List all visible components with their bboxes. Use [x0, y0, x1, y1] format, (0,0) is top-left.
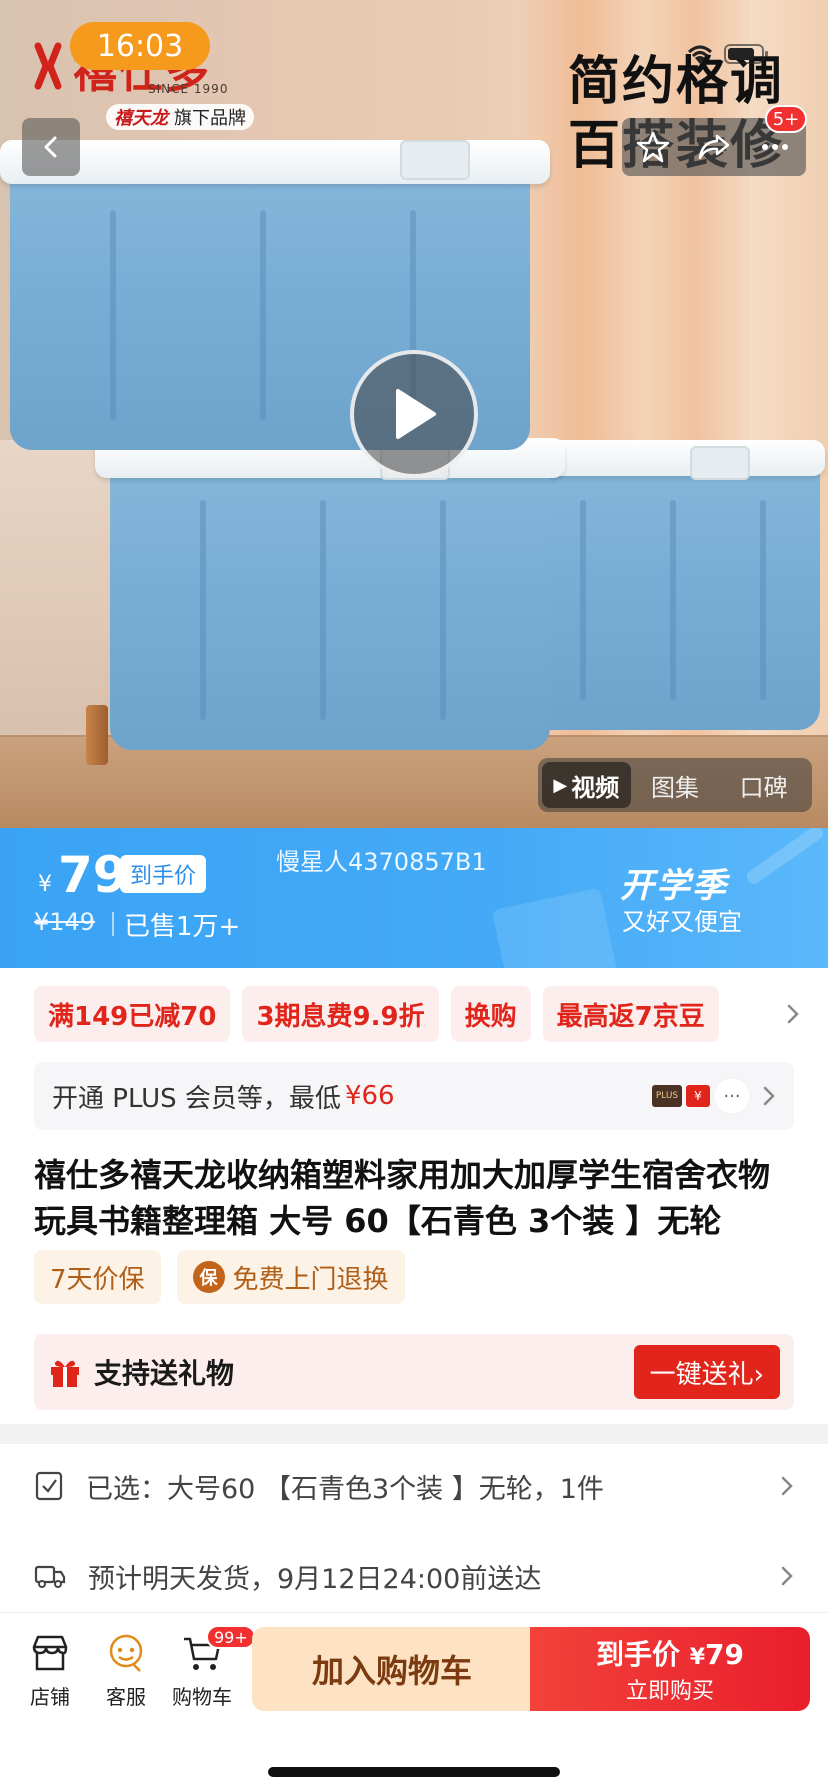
free-return-tag[interactable]: 保 免费上门退换: [176, 1250, 405, 1304]
plus-membership-row[interactable]: 开通 PLUS 会员等，最低 ¥66 PLUS ¥ ···: [34, 1062, 794, 1130]
more-dots-icon: [762, 144, 789, 150]
price-banner: ¥ 79 到手价 ¥149 已售1万+ 慢星人4370857B1 开学季 又好又…: [0, 828, 828, 968]
season-title: 开学季: [620, 866, 728, 906]
brand-mark-icon: [34, 42, 62, 90]
more-button[interactable]: 5+: [753, 105, 808, 169]
status-icons: [684, 42, 770, 66]
sold-count: 已售1万+: [124, 912, 241, 942]
promo-tag[interactable]: 3期息费9.9折: [242, 986, 439, 1042]
status-time: 16:03: [70, 22, 210, 70]
bottom-action-bar: 店铺 客服 购物车 99+ 加入购物车 到手价 ¥79 立即购买: [0, 1612, 828, 1792]
store-button[interactable]: 店铺: [12, 1631, 88, 1710]
original-price: ¥149: [34, 908, 96, 936]
final-price: 79: [58, 846, 128, 904]
price-protection-tag[interactable]: 7天价保: [34, 1250, 161, 1304]
selected-spec: 已选：大号60 【石青色3个装 】无轮，1件: [86, 1473, 604, 1505]
pencil-decoration: [744, 828, 826, 887]
selected-spec-row[interactable]: 已选：大号60 【石青色3个装 】无轮，1件: [0, 1444, 828, 1528]
chevron-right-icon: [763, 1086, 775, 1106]
share-icon: [698, 134, 730, 160]
notification-badge: 5+: [764, 105, 808, 133]
wifi-icon: [687, 45, 713, 64]
favorite-button[interactable]: [631, 125, 675, 169]
play-video-button[interactable]: [350, 350, 478, 478]
product-hero-image[interactable]: 禧仕多 SINCE 1990 禧天龙 旗下品牌 简约格调 百搭装修 16:03: [0, 0, 828, 828]
battery-icon: [724, 44, 768, 64]
chevron-right-icon: [781, 1566, 793, 1586]
gift-row: 支持送礼物 一键送礼›: [34, 1334, 794, 1410]
star-icon: [636, 131, 669, 163]
buy-now-button[interactable]: 到手价 ¥79 立即购买: [530, 1627, 810, 1711]
folder-decoration: [491, 887, 619, 968]
add-to-cart-button[interactable]: 加入购物车: [252, 1627, 532, 1711]
promo-tag[interactable]: 满149已减70: [34, 986, 231, 1042]
brand-tag: 禧天龙 旗下品牌: [106, 104, 254, 130]
chevron-right-icon[interactable]: [778, 1003, 808, 1025]
customer-service-icon: [109, 1634, 143, 1672]
tab-reviews[interactable]: 口碑: [719, 762, 808, 808]
product-info-card: 满149已减70 3期息费9.9折 换购 最高返7京豆 开通 PLUS 会员等，…: [0, 968, 828, 1424]
back-button[interactable]: [22, 118, 80, 176]
chevron-left-icon: [44, 136, 57, 158]
shield-icon: 保: [192, 1261, 225, 1293]
coupon-icon: ¥: [686, 1085, 710, 1107]
plus-text: 开通 PLUS 会员等，最低: [52, 1083, 341, 1114]
share-button[interactable]: [692, 125, 736, 169]
media-tabs: ▶ 视频 图集 口碑: [538, 758, 812, 812]
promo-row[interactable]: 满149已减70 3期息费9.9折 换购 最高返7京豆: [34, 986, 808, 1042]
truck-icon: [34, 1565, 66, 1588]
cart-button[interactable]: 购物车 99+: [164, 1625, 256, 1710]
home-indicator: [268, 1767, 560, 1777]
store-icon: [32, 1635, 68, 1671]
divider: [112, 912, 114, 936]
product-title: 禧仕多禧天龙收纳箱塑料家用加大加厚学生宿舍衣物玩具书籍整理箱 大号 60【石青色…: [34, 1156, 771, 1240]
delivery-estimate: 预计明天发货，9月12日24:00前送达: [88, 1563, 542, 1595]
promo-tag[interactable]: 最高返7京豆: [542, 986, 719, 1042]
user-watermark: 慢星人4370857B1: [276, 848, 487, 876]
gift-icon: [51, 1360, 79, 1387]
currency-symbol: ¥: [38, 872, 52, 897]
tab-video[interactable]: ▶ 视频: [542, 762, 631, 808]
brand-since: SINCE 1990: [148, 82, 229, 96]
send-gift-button[interactable]: 一键送礼›: [633, 1345, 780, 1399]
cart-count-badge: 99+: [206, 1625, 256, 1649]
promo-tag[interactable]: 换购: [450, 986, 531, 1042]
play-small-icon: ▶: [553, 774, 568, 796]
plus-price: ¥66: [344, 1081, 395, 1111]
season-subtitle: 又好又便宜: [622, 908, 742, 936]
storage-box: [110, 460, 550, 750]
service-tags: 7天价保 保 免费上门退换: [34, 1250, 405, 1304]
gift-label: 支持送礼物: [94, 1357, 235, 1390]
chevron-right-icon: [781, 1476, 793, 1496]
tab-gallery[interactable]: 图集: [631, 762, 720, 808]
price-tag: 到手价: [120, 855, 207, 893]
customer-service-button[interactable]: 客服: [88, 1631, 164, 1710]
plus-logo-icon: PLUS: [652, 1085, 682, 1107]
play-icon: [396, 389, 436, 439]
info-section: 已选：大号60 【石青色3个装 】无轮，1件 预计明天发货，9月12日24:00…: [0, 1444, 828, 1624]
top-actions: 5+: [622, 105, 808, 176]
more-dots-icon: ···: [714, 1078, 750, 1114]
storage-box: [520, 460, 820, 730]
spec-icon: [35, 1471, 63, 1501]
delivery-row[interactable]: 预计明天发货，9月12日24:00前送达: [0, 1534, 828, 1618]
